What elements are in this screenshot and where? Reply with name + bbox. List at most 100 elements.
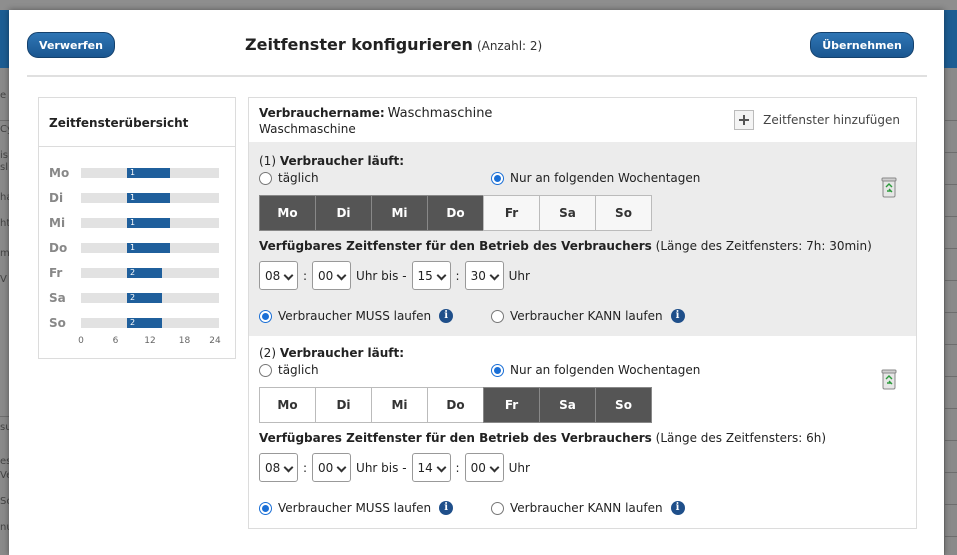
recycle-bin-icon[interactable]: [880, 176, 898, 198]
background-fragment: e: [0, 90, 7, 101]
day-toggle-di[interactable]: Di: [315, 387, 372, 423]
must-run-radio[interactable]: [259, 501, 272, 515]
day-toggle-do[interactable]: Do: [427, 195, 484, 231]
timewindow-heading: Verbraucher läuft:: [279, 346, 405, 360]
must-run-label: Verbraucher MUSS laufen: [278, 309, 432, 323]
overview-track: 1: [81, 168, 219, 178]
chevron-down-icon: [489, 270, 500, 281]
overview-axis-tick: 0: [78, 336, 84, 346]
chevron-down-icon: [436, 270, 446, 281]
timewindow-title: (1) Verbraucher läuft:: [259, 154, 404, 168]
overview-day-label: Sa: [49, 291, 66, 305]
timewindow-2: (2) Verbraucher läuft: täglich Nur an fo…: [249, 334, 916, 528]
window-length: (Länge des Zeitfensters: 7h: 30min): [655, 239, 872, 253]
from-minute-select[interactable]: 00: [312, 261, 352, 290]
day-toggle-so[interactable]: So: [595, 195, 652, 231]
weekday-selector: Mo Di Mi Do Fr Sa So: [259, 195, 652, 231]
day-toggle-do[interactable]: Do: [427, 387, 484, 423]
to-hour-select[interactable]: 15: [411, 261, 451, 290]
day-toggle-mo[interactable]: Mo: [259, 387, 316, 423]
from-minute-value: 00: [318, 460, 334, 475]
to-minute-select[interactable]: 00: [464, 453, 504, 482]
overview-track: 2: [81, 318, 219, 328]
day-toggle-sa[interactable]: Sa: [539, 195, 596, 231]
must-run-option[interactable]: Verbraucher MUSS laufen i: [259, 501, 454, 515]
availability-label: Verfügbares Zeitfenster für den Betrieb …: [259, 431, 826, 445]
day-toggle-mo[interactable]: Mo: [259, 195, 316, 231]
info-icon[interactable]: i: [439, 309, 454, 323]
daily-radio[interactable]: [259, 171, 272, 185]
day-toggle-mi[interactable]: Mi: [371, 387, 428, 423]
weekday-radio[interactable]: [491, 363, 504, 377]
day-toggle-mi[interactable]: Mi: [371, 195, 428, 231]
overview-day-label: Di: [49, 191, 64, 205]
recycle-bin-icon[interactable]: [880, 368, 898, 390]
chevron-down-icon: [336, 270, 347, 281]
consumer-subtitle: Waschmaschine: [259, 122, 356, 136]
window-count: (Anzahl: 2): [476, 39, 543, 53]
chevron-down-icon: [336, 462, 347, 473]
from-hour-value: 08: [265, 460, 281, 475]
overview-window-bar: 1: [127, 168, 171, 178]
day-toggle-sa[interactable]: Sa: [539, 387, 596, 423]
overview-track: 2: [81, 293, 219, 303]
weekday-radio[interactable]: [491, 171, 504, 185]
overview-window-bar: 2: [127, 293, 162, 303]
to-hour-select[interactable]: 14: [411, 453, 451, 482]
from-hour-select[interactable]: 08: [259, 453, 298, 482]
dialog-title-text: Zeitfenster konfigurieren: [245, 35, 473, 54]
can-run-option[interactable]: Verbraucher KANN laufen i: [491, 309, 685, 323]
day-toggle-fr[interactable]: Fr: [483, 387, 540, 423]
can-run-radio[interactable]: [491, 501, 504, 515]
plus-icon[interactable]: [734, 110, 755, 130]
background-fragment: is: [0, 150, 8, 161]
discard-button[interactable]: Verwerfen: [27, 32, 115, 58]
overview-window-bar: 1: [127, 193, 171, 203]
info-icon[interactable]: i: [439, 501, 454, 515]
consumer-name-label: Verbrauchername:: [259, 106, 385, 120]
weekday-selector: Mo Di Mi Do Fr Sa So: [259, 387, 652, 423]
to-minute-select[interactable]: 30: [464, 261, 504, 290]
must-run-radio[interactable]: [259, 309, 272, 323]
overview-row-mo: Mo 1: [39, 165, 235, 181]
overview-row-do: Do 1: [39, 240, 235, 256]
overview-row-so: So 2: [39, 315, 235, 331]
time-range-selector: 08 : 00 Uhr bis - 14 : 00 Uhr: [259, 453, 535, 482]
timewindow-1: (1) Verbraucher läuft: täglich Nur an fo…: [249, 142, 916, 336]
add-timewindow-button[interactable]: Zeitfenster hinzufügen: [734, 110, 900, 130]
daily-option[interactable]: täglich: [259, 363, 319, 377]
timewindow-index: (1): [259, 154, 276, 168]
can-run-option[interactable]: Verbraucher KANN laufen i: [491, 501, 685, 515]
overview-day-label: Mo: [49, 166, 70, 180]
weekday-option[interactable]: Nur an folgenden Wochentagen: [491, 363, 700, 377]
daily-label: täglich: [278, 171, 319, 185]
from-minute-value: 00: [318, 268, 334, 283]
apply-button[interactable]: Übernehmen: [810, 32, 914, 58]
overview-day-label: So: [49, 316, 66, 330]
to-minute-value: 30: [470, 268, 486, 283]
overview-window-bar: 2: [127, 268, 162, 278]
day-toggle-fr[interactable]: Fr: [483, 195, 540, 231]
until-label: Uhr bis -: [356, 268, 407, 283]
can-run-radio[interactable]: [491, 309, 504, 323]
overview-axis-tick: 18: [178, 336, 191, 346]
window-length: (Länge des Zeitfensters: 6h): [655, 431, 827, 445]
day-toggle-so[interactable]: So: [595, 387, 652, 423]
must-run-option[interactable]: Verbraucher MUSS laufen i: [259, 309, 454, 323]
background-fragment: V: [0, 274, 7, 285]
from-minute-select[interactable]: 00: [312, 453, 352, 482]
daily-option[interactable]: täglich: [259, 171, 319, 185]
info-icon[interactable]: i: [670, 309, 685, 323]
overview-window-bar: 1: [127, 218, 171, 228]
from-hour-select[interactable]: 08: [259, 261, 298, 290]
weekday-option[interactable]: Nur an folgenden Wochentagen: [491, 171, 700, 185]
to-hour-value: 14: [417, 460, 433, 475]
daily-radio[interactable]: [259, 363, 272, 377]
day-toggle-di[interactable]: Di: [315, 195, 372, 231]
chevron-down-icon: [283, 270, 294, 281]
configure-timewindow-dialog: Verwerfen Zeitfenster konfigurieren (Anza…: [9, 10, 944, 555]
info-icon[interactable]: i: [670, 501, 685, 515]
overview-window-bar: 2: [127, 318, 162, 328]
overview-track: 2: [81, 268, 219, 278]
timewindow-heading: Verbraucher läuft:: [279, 154, 405, 168]
